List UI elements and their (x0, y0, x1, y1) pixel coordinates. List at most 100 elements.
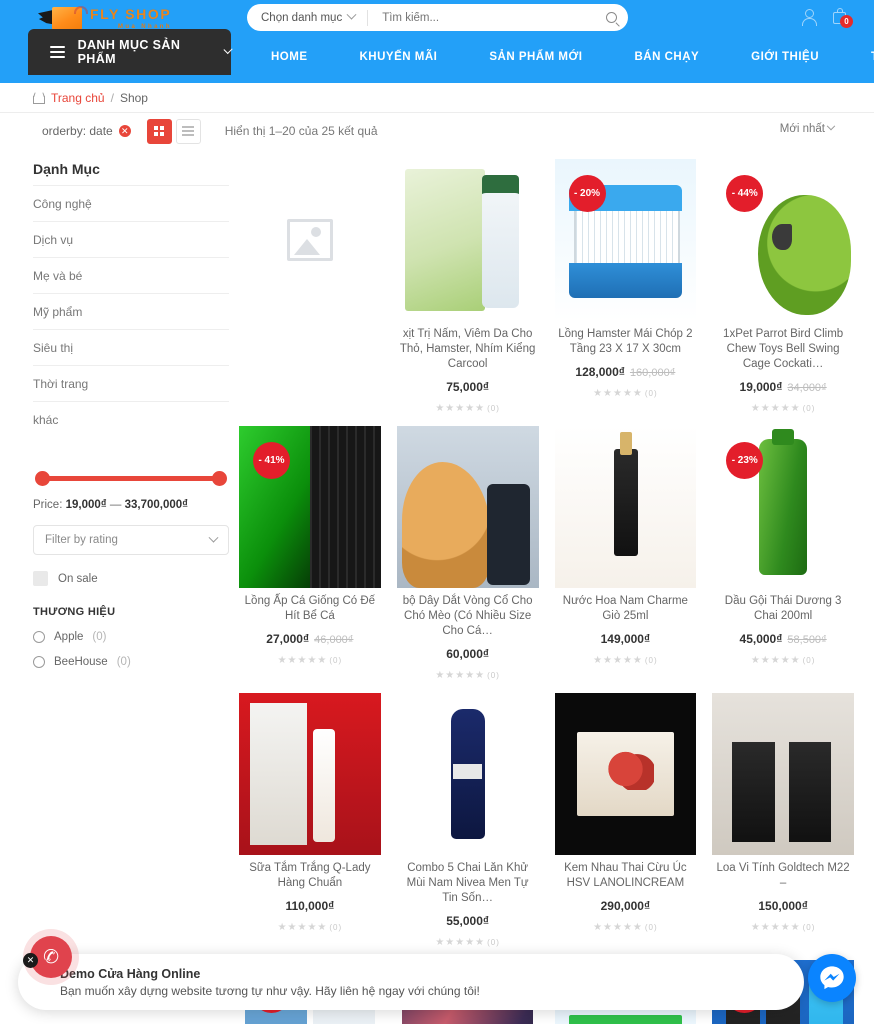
rating-count: (0) (644, 656, 658, 665)
rating-stars: ★★★★★ (593, 922, 643, 933)
sidebar-item-khac[interactable]: khác (33, 401, 229, 437)
nav-item-new-products[interactable]: SẢN PHẨM MỚI (463, 37, 608, 77)
product-card[interactable] (235, 159, 385, 426)
rating-count: (0) (329, 656, 343, 665)
product-card[interactable]: Combo 5 Chai Lăn Khử Mùi Nam Nivea Men T… (393, 693, 543, 960)
product-title[interactable]: xịt Trị Nấm, Viêm Da Cho Thỏ, Hamster, N… (397, 327, 539, 372)
price-range-slider[interactable] (33, 471, 229, 486)
sidebar-item-me-va-be[interactable]: Mẹ và bé (33, 257, 229, 293)
product-thumbnail[interactable]: - 41% (239, 426, 381, 588)
price-range-label: Price: 19,000₫ — 33,700,000₫ (33, 499, 229, 511)
close-icon[interactable]: ✕ (118, 125, 131, 137)
rating-count: (0) (644, 923, 658, 932)
product-rating: ★★★★★ (0) (555, 388, 697, 399)
product-title[interactable]: Lồng Ấp Cá Giống Có Đế Hít Bể Cá (239, 594, 381, 624)
product-thumbnail[interactable] (396, 693, 539, 855)
product-card[interactable]: xịt Trị Nấm, Viêm Da Cho Thỏ, Hamster, N… (393, 159, 543, 426)
product-card[interactable]: - 23% Dầu Gội Thái Dương 3 Chai 200ml 45… (708, 426, 858, 693)
nav-item-best-sellers[interactable]: BÁN CHẠY (608, 37, 725, 77)
brand-filter-apple[interactable]: Apple (0) (33, 631, 229, 643)
product-thumbnail[interactable]: - 23% (712, 426, 854, 588)
sidebar-item-cong-nghe[interactable]: Công nghệ (33, 185, 229, 221)
rating-count: (0) (487, 671, 500, 680)
product-card[interactable]: bộ Dây Dắt Vòng Cổ Cho Chó Mèo (Có Nhiều… (393, 426, 543, 693)
rating-stars: ★★★★★ (435, 937, 486, 948)
radio-icon[interactable] (33, 631, 45, 643)
product-title[interactable] (239, 327, 381, 357)
account-icon[interactable] (801, 8, 817, 26)
slider-handle-min[interactable] (35, 471, 50, 486)
slider-handle-max[interactable] (212, 471, 227, 486)
list-icon (182, 126, 195, 136)
price-dash: — (109, 499, 122, 511)
search-input[interactable] (368, 11, 594, 24)
product-title[interactable]: Dầu Gội Thái Dương 3 Chai 200ml (712, 594, 854, 624)
notification-title: Demo Cửa Hàng Online (60, 966, 201, 981)
grid-view-button[interactable] (146, 118, 172, 144)
list-view-button[interactable] (175, 118, 201, 144)
price-original: 34,000₫ (787, 382, 827, 394)
rating-stars: ★★★★★ (750, 922, 801, 933)
product-card[interactable]: Sữa Tắm Trắng Q-Lady Hàng Chuẩn 110,000₫… (235, 693, 385, 960)
product-title[interactable]: Nước Hoa Nam Charme Giò 25ml (555, 594, 697, 624)
radio-icon[interactable] (33, 656, 45, 668)
product-price: 150,000₫ (758, 899, 808, 913)
product-title[interactable]: Kem Nhau Thai Cừu Úc HSV LANOLINCREAM (555, 861, 697, 891)
product-card[interactable]: Nước Hoa Nam Charme Giò 25ml 149,000₫ ★★… (551, 426, 701, 693)
product-card[interactable]: - 20% Lồng Hamster Mái Chóp 2 Tầng 23 X … (551, 159, 701, 426)
sidebar-item-dich-vu[interactable]: Dịch vụ (33, 221, 229, 257)
product-title[interactable]: Lồng Hamster Mái Chóp 2 Tầng 23 X 17 X 3… (555, 327, 697, 357)
messenger-chat-button[interactable] (808, 954, 856, 1002)
product-card[interactable]: - 44% 1xPet Parrot Bird Climb Chew Toys … (708, 159, 858, 426)
price-min: 19,000₫ (65, 499, 107, 511)
product-title[interactable]: bộ Dây Dắt Vòng Cổ Cho Chó Mèo (Có Nhiều… (397, 594, 539, 639)
product-thumbnail[interactable] (554, 426, 697, 588)
notification-close-button[interactable]: ✕ (23, 953, 38, 968)
brand-filter-title: THƯƠNG HIỆU (33, 606, 116, 618)
sidebar-item-thoi-trang[interactable]: Thời trang (33, 365, 229, 401)
product-thumbnail[interactable] (712, 693, 854, 855)
product-title[interactable]: Sữa Tắm Trắng Q-Lady Hàng Chuẩn (239, 861, 381, 891)
product-title[interactable]: 1xPet Parrot Bird Climb Chew Toys Bell S… (712, 327, 854, 372)
product-price: 60,000₫ (446, 647, 490, 661)
brand-filter-beehouse[interactable]: BeeHouse (0) (33, 656, 229, 668)
search-icon (605, 12, 617, 23)
product-price: 27,000₫ 46,000₫ (239, 632, 381, 646)
product-thumbnail[interactable] (239, 693, 381, 855)
sidebar-item-my-pham[interactable]: Mỹ phẩm (33, 293, 229, 329)
sidebar-item-sieu-thi[interactable]: Siêu thị (33, 329, 229, 365)
category-menu-button[interactable]: DANH MỤC SẢN PHẨM (28, 29, 233, 75)
product-title[interactable]: Combo 5 Chai Lăn Khử Mùi Nam Nivea Men T… (397, 861, 539, 906)
product-thumbnail[interactable] (554, 693, 697, 855)
product-title[interactable]: Loa Vi Tính Goldtech M22 – (712, 861, 854, 891)
product-price: 55,000₫ (446, 914, 490, 928)
product-card[interactable]: - 41% Lồng Ấp Cá Giống Có Đế Hít Bể Cá 2… (235, 426, 385, 693)
nav-item-news[interactable]: TIN TỨC (845, 37, 874, 77)
product-thumbnail[interactable]: - 44% (712, 159, 854, 321)
promo-notification-bar[interactable]: Demo Cửa Hàng Online Bạn muốn xây dựng w… (18, 954, 804, 1010)
breadcrumb-current: Shop (119, 90, 148, 105)
rating-filter-select[interactable]: Filter by rating (33, 525, 229, 555)
product-thumbnail[interactable] (239, 159, 381, 321)
product-card[interactable]: Kem Nhau Thai Cừu Úc HSV LANOLINCREAM 29… (551, 693, 701, 960)
messenger-icon (820, 966, 844, 990)
nav-item-home[interactable]: HOME (245, 37, 334, 77)
sort-dropdown[interactable]: Mới nhất (780, 121, 836, 135)
search-category-select[interactable]: Chọn danh mục (247, 9, 369, 26)
orderby-chip[interactable]: orderby: date ✕ (42, 124, 131, 138)
product-thumbnail[interactable]: - 20% (554, 159, 697, 321)
product-card[interactable]: Loa Vi Tính Goldtech M22 – 150,000₫ ★★★★… (708, 693, 858, 960)
cart-icon[interactable]: 0 (832, 8, 853, 28)
on-sale-filter[interactable]: On sale (33, 571, 229, 586)
product-thumbnail[interactable] (396, 159, 539, 321)
breadcrumb-home[interactable]: Trang chủ (51, 91, 105, 105)
product-rating: ★★★★★ (0) (397, 670, 539, 681)
search-button[interactable] (594, 12, 628, 23)
nav-item-about[interactable]: GIỚI THIỆU (725, 37, 845, 77)
on-sale-checkbox[interactable] (33, 571, 48, 586)
logo-name: FLY SHOP (90, 6, 172, 22)
grid-icon (154, 126, 165, 136)
product-thumbnail[interactable] (396, 426, 539, 588)
main-nav: DANH MỤC SẢN PHẨM HOME KHUYẾN MÃI SẢN PH… (0, 29, 874, 83)
nav-item-promotions[interactable]: KHUYẾN MÃI (334, 37, 464, 77)
